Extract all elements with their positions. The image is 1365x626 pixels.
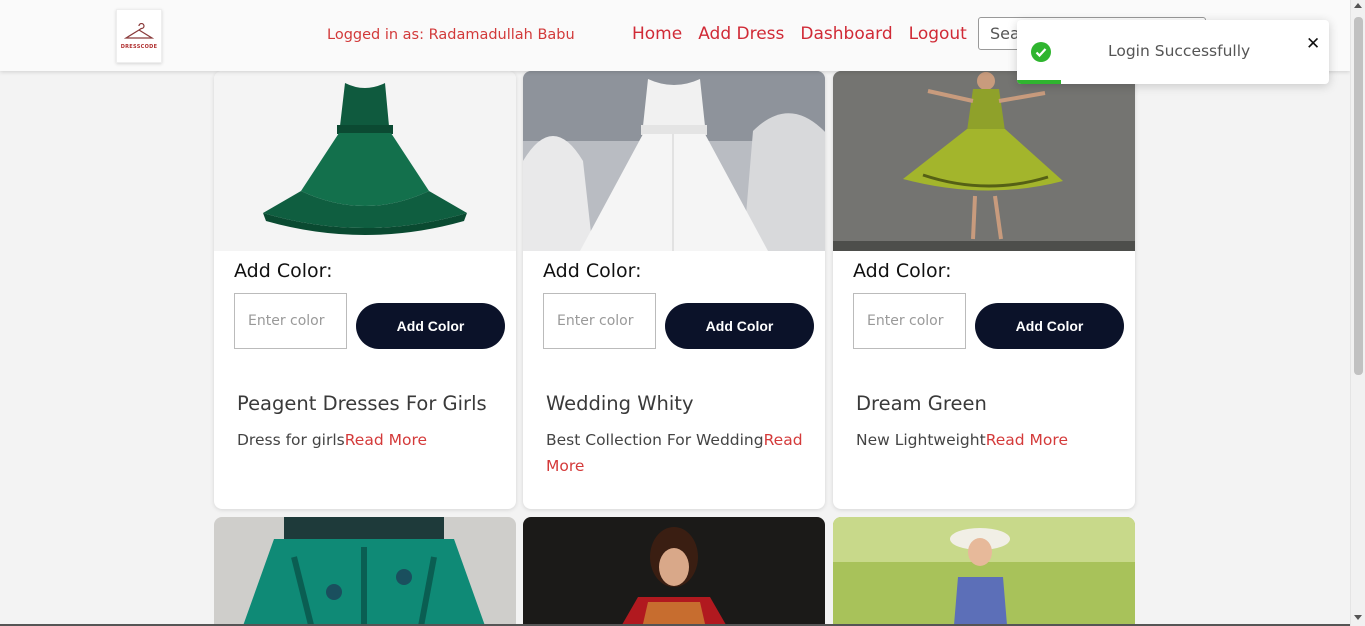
logged-in-label: Logged in as: Radamadullah Babu bbox=[327, 27, 575, 43]
card-description: New LightweightRead More bbox=[856, 427, 1118, 453]
dress-image[interactable] bbox=[214, 517, 516, 626]
toast-progress-bar bbox=[1017, 80, 1061, 84]
site-logo[interactable]: DRESSCODE bbox=[116, 9, 162, 63]
add-color-label: Add Color: bbox=[234, 260, 333, 282]
add-color-label: Add Color: bbox=[853, 260, 952, 282]
dress-card-partial bbox=[833, 517, 1135, 626]
color-input[interactable] bbox=[543, 293, 656, 349]
check-circle-icon bbox=[1031, 42, 1051, 62]
main-nav: Home Add Dress Dashboard Logout bbox=[632, 24, 967, 44]
description-text: New Lightweight bbox=[856, 431, 986, 449]
scroll-down-arrow-icon[interactable] bbox=[1354, 615, 1362, 620]
add-color-button[interactable]: Add Color bbox=[975, 303, 1124, 349]
scroll-up-arrow-icon[interactable] bbox=[1354, 3, 1362, 8]
dress-image[interactable] bbox=[833, 517, 1135, 626]
add-color-button[interactable]: Add Color bbox=[356, 303, 505, 349]
dress-image[interactable] bbox=[523, 517, 825, 626]
card-title: Peagent Dresses For Girls bbox=[237, 392, 487, 415]
nav-logout[interactable]: Logout bbox=[909, 24, 967, 44]
card-description: Best Collection For WeddingRead More bbox=[546, 427, 808, 479]
dress-card: Add Color: Add Color Peagent Dresses For… bbox=[214, 71, 516, 509]
scrollbar-thumb[interactable] bbox=[1354, 17, 1363, 375]
nav-dashboard[interactable]: Dashboard bbox=[800, 24, 892, 44]
read-more-link[interactable]: Read More bbox=[345, 431, 427, 449]
add-color-label: Add Color: bbox=[543, 260, 642, 282]
dress-card: Add Color: Add Color Dream Green New Lig… bbox=[833, 71, 1135, 509]
close-icon[interactable]: ✕ bbox=[1306, 34, 1320, 54]
dress-card-partial bbox=[214, 517, 516, 626]
dress-card-partial bbox=[523, 517, 825, 626]
toast-message: Login Successfully bbox=[1108, 42, 1251, 60]
dress-image[interactable] bbox=[214, 71, 516, 251]
color-input[interactable] bbox=[234, 293, 347, 349]
login-toast: Login Successfully ✕ bbox=[1017, 20, 1329, 84]
card-title: Dream Green bbox=[856, 392, 987, 415]
add-color-button[interactable]: Add Color bbox=[665, 303, 814, 349]
description-text: Dress for girls bbox=[237, 431, 345, 449]
read-more-link[interactable]: Read More bbox=[986, 431, 1068, 449]
hanger-icon bbox=[124, 22, 154, 39]
nav-add-dress[interactable]: Add Dress bbox=[698, 24, 784, 44]
dress-card: Add Color: Add Color Wedding Whity Best … bbox=[523, 71, 825, 509]
card-description: Dress for girlsRead More bbox=[237, 427, 499, 453]
dress-image[interactable] bbox=[523, 71, 825, 251]
card-title: Wedding Whity bbox=[546, 392, 694, 415]
dress-image[interactable] bbox=[833, 71, 1135, 251]
scrollbar[interactable] bbox=[1350, 0, 1365, 626]
color-input[interactable] bbox=[853, 293, 966, 349]
nav-home[interactable]: Home bbox=[632, 24, 682, 44]
description-text: Best Collection For Wedding bbox=[546, 431, 764, 449]
logo-text: DRESSCODE bbox=[120, 43, 158, 50]
